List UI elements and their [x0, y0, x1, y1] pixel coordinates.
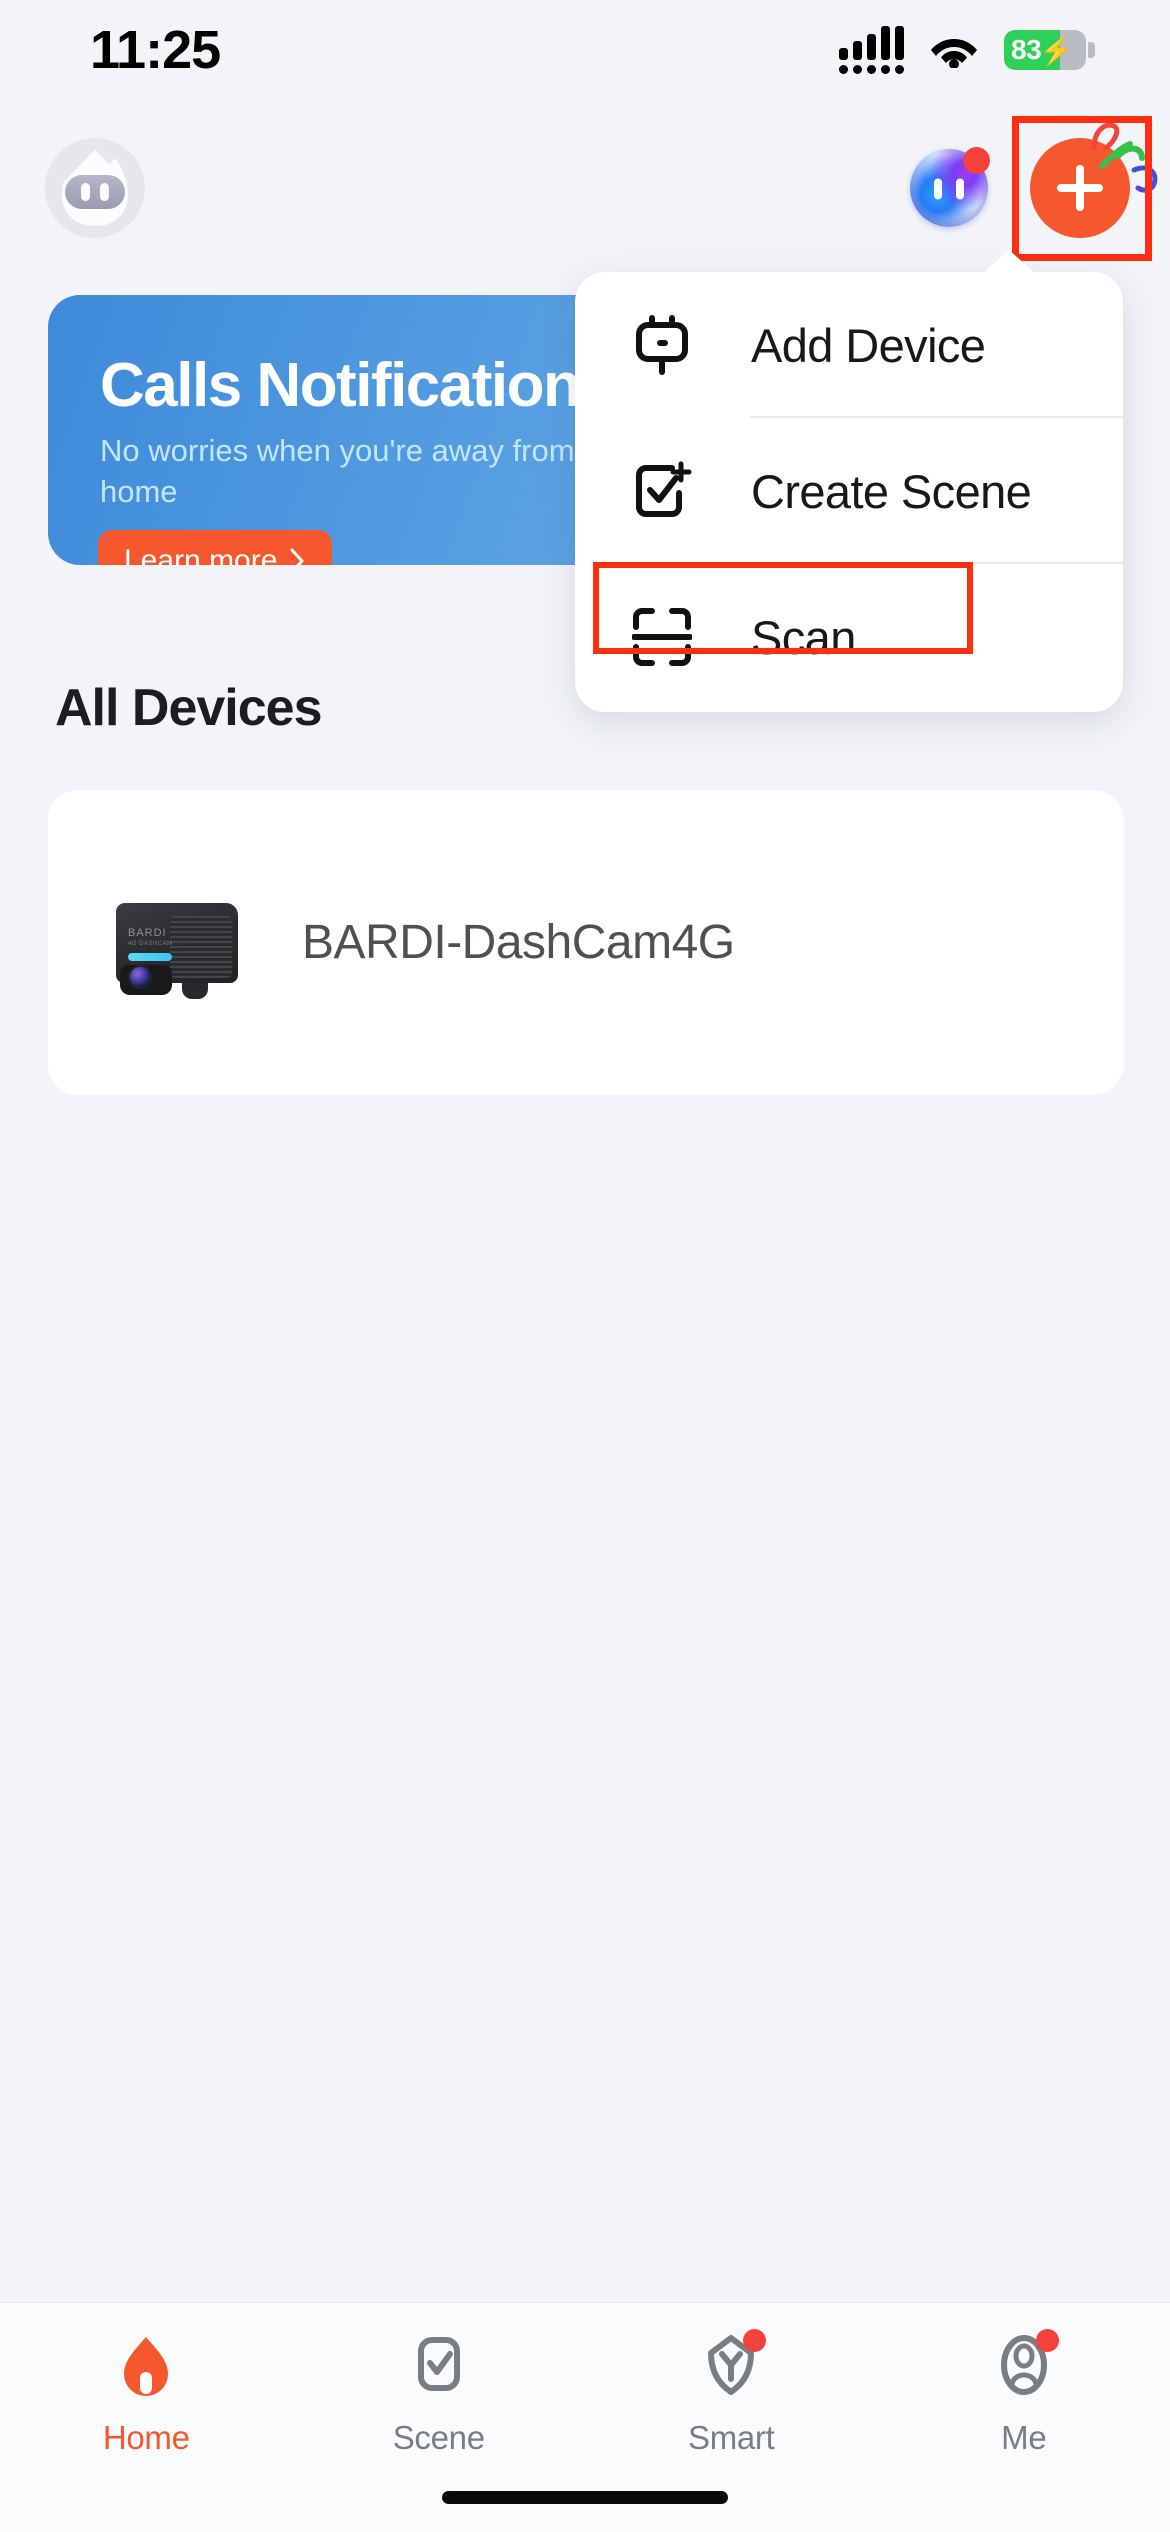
ai-assistant-badge: [963, 146, 990, 174]
avatar-eyes: [65, 174, 125, 209]
learn-more-button[interactable]: Learn more: [98, 530, 333, 565]
battery-icon: 83 ⚡: [1004, 30, 1095, 70]
smart-shield-icon: [694, 2329, 768, 2403]
tab-smart[interactable]: Smart: [585, 2329, 878, 2457]
tab-home[interactable]: Home: [0, 2329, 293, 2457]
checkbox-plus-icon: [629, 460, 695, 522]
tab-me-badge: [1035, 2329, 1059, 2352]
menu-item-add-device[interactable]: Add Device: [575, 272, 1123, 418]
charging-bolt-icon: ⚡: [1039, 34, 1075, 66]
ai-assistant-button[interactable]: [910, 146, 990, 227]
add-button-slot: [1012, 115, 1158, 261]
device-card[interactable]: BARDI 4G DASHCAM BARDI-DashCam4G: [48, 790, 1123, 1095]
device-image-brand-text: BARDI: [128, 926, 167, 939]
device-name: BARDI-DashCam4G: [302, 916, 735, 969]
add-dropdown-menu: Add Device Create Scene Scan: [575, 250, 1123, 712]
page-title: All Devices: [55, 679, 322, 737]
status-bar: 11:25 83 ⚡: [0, 0, 1170, 100]
user-avatar[interactable]: [45, 137, 145, 238]
scene-check-icon: [402, 2329, 476, 2403]
menu-item-add-device-label: Add Device: [751, 318, 986, 372]
battery-percent-label: 83: [1011, 34, 1042, 65]
menu-item-scan-label: Scan: [751, 610, 856, 664]
profile-icon: [987, 2329, 1061, 2403]
menu-item-scan[interactable]: Scan: [575, 564, 1123, 710]
add-button[interactable]: [1030, 137, 1130, 238]
menu-item-create-scene[interactable]: Create Scene: [575, 418, 1123, 564]
tab-me-label: Me: [1001, 2419, 1047, 2456]
app-header: [0, 115, 1170, 261]
chevron-right-icon: [290, 548, 304, 565]
learn-more-label: Learn more: [124, 544, 278, 565]
menu-item-create-scene-label: Create Scene: [751, 464, 1032, 518]
tab-home-label: Home: [102, 2419, 190, 2456]
qr-scan-icon: [629, 607, 695, 667]
tab-me[interactable]: Me: [878, 2329, 1170, 2457]
tab-scene-label: Scene: [392, 2419, 485, 2456]
dashcam-device-image: BARDI 4G DASHCAM: [116, 895, 244, 999]
signal-bars-icon: [839, 26, 904, 74]
home-indicator: [442, 2491, 728, 2504]
tab-smart-badge: [743, 2329, 767, 2352]
plug-socket-icon: [629, 313, 695, 377]
bottom-tab-bar: Home Scene Smart Me: [0, 2302, 1170, 2532]
tab-scene[interactable]: Scene: [293, 2329, 586, 2457]
status-bar-indicators: 83 ⚡: [839, 26, 1095, 74]
banner-title: Calls Notification: [100, 351, 581, 420]
home-icon: [109, 2329, 183, 2403]
header-actions: [910, 115, 1158, 261]
wifi-icon: [931, 39, 977, 68]
ai-orb-eyes: [934, 178, 964, 200]
status-bar-time: 11:25: [90, 20, 221, 80]
device-image-sub-text: 4G DASHCAM: [128, 940, 173, 947]
tab-smart-label: Smart: [687, 2419, 775, 2456]
